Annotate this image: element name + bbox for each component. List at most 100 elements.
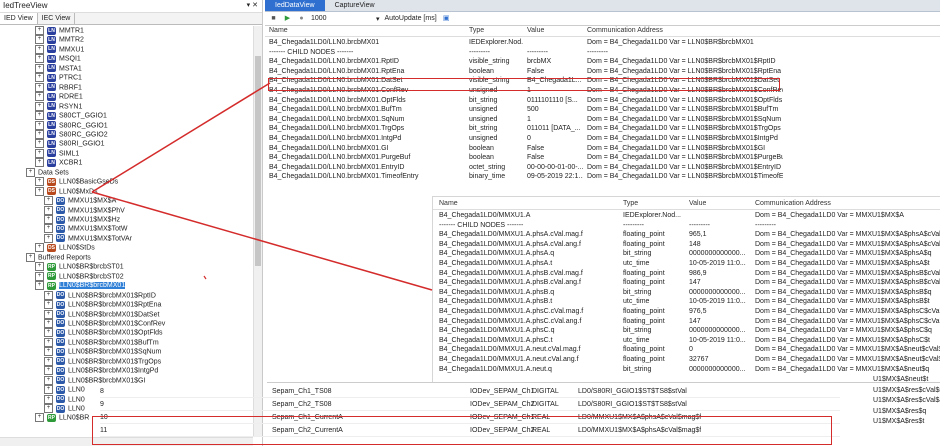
- expand-toggle-icon[interactable]: +: [44, 366, 53, 376]
- tree-node[interactable]: + LN MMTR1: [35, 26, 84, 35]
- tree-node[interactable]: + Data Sets: [26, 167, 69, 177]
- table-row[interactable]: 9 Sepam_Ch2_TS08 IODev_SEPAM_Ch2 DIGITAL LD0…: [100, 399, 840, 411]
- table-row[interactable]: B4_Chegada1LD0/MMXU1.A.phsC.cVal.mag.f fl…: [433, 307, 940, 317]
- expand-toggle-icon[interactable]: +: [44, 205, 53, 215]
- expand-toggle-icon[interactable]: +: [44, 385, 53, 395]
- tree-node[interactable]: + DO LLN0: [44, 404, 85, 413]
- table-row[interactable]: B4_Chegada1LD0/MMXU1.A.phsA.t utc_time 10-…: [433, 259, 940, 269]
- tree-node[interactable]: + LN MMXU1: [35, 44, 84, 54]
- expand-toggle-icon[interactable]: +: [35, 54, 44, 64]
- expand-toggle-icon[interactable]: +: [26, 167, 35, 177]
- expand-toggle-icon[interactable]: +: [44, 337, 53, 347]
- expand-toggle-icon[interactable]: +: [35, 148, 44, 158]
- expand-toggle-icon[interactable]: +: [35, 158, 44, 168]
- tree-node[interactable]: + DS LLN0$StDs: [35, 243, 95, 253]
- expand-toggle-icon[interactable]: +: [44, 394, 53, 404]
- tree-node[interactable]: + LN XCBR1: [35, 158, 82, 168]
- tree-node[interactable]: + LN MMTR2: [35, 35, 84, 45]
- expand-toggle-icon[interactable]: +: [35, 243, 44, 253]
- expand-toggle-icon[interactable]: +: [35, 281, 44, 291]
- expand-toggle-icon[interactable]: +: [35, 44, 44, 54]
- tab-capture-view[interactable]: CaptureView: [325, 0, 385, 11]
- tree-node[interactable]: + DO LLN0$BR$brcbMX01$OptFlds: [44, 328, 163, 338]
- tree-node[interactable]: + DS LLN0$MxDs: [35, 186, 98, 196]
- table-row[interactable]: B4_Chegada1LD0/MMXU1.A.neut.q bit_string 0…: [433, 365, 940, 375]
- expand-toggle-icon[interactable]: +: [44, 300, 53, 310]
- table-row[interactable]: B4_Chegada1LD0/MMXU1.A.phsC.t utc_time 10-…: [433, 336, 940, 346]
- expand-toggle-icon[interactable]: +: [35, 271, 44, 281]
- save-icon[interactable]: ▣: [442, 14, 451, 23]
- tree-node[interactable]: + DO LLN0: [44, 394, 85, 404]
- table-row[interactable]: B4_Chegada1LD0/MMXU1.A.neut.cVal.mag.f fl…: [433, 345, 940, 355]
- table-row[interactable]: B4_Chegada1LD0/LLN0.brcbMX01.TrgOps bit_s…: [265, 124, 940, 134]
- tab-ied-view[interactable]: IED View: [0, 13, 38, 24]
- expand-toggle-icon[interactable]: +: [44, 375, 53, 385]
- tree-node[interactable]: + DO LLN0$BR$brcbMX01$TrgOps: [44, 356, 161, 366]
- expand-toggle-icon[interactable]: +: [44, 224, 53, 234]
- tree-scroll-thumb[interactable]: [255, 56, 261, 266]
- tree-node[interactable]: + DO LLN0$BR$brcbMX01$BufTm: [44, 337, 159, 347]
- expand-toggle-icon[interactable]: +: [35, 26, 44, 35]
- tree-node[interactable]: + DS LLN0$BasicGseDs: [35, 177, 118, 187]
- tree-node[interactable]: + LN MSQI1: [35, 54, 81, 64]
- expand-toggle-icon[interactable]: +: [44, 347, 53, 357]
- expand-toggle-icon[interactable]: +: [44, 318, 53, 328]
- table-row[interactable]: B4_Chegada1LD0/LLN0.brcbMX01.RptID visibl…: [265, 57, 940, 67]
- table-row[interactable]: B4_Chegada1LD0/MMXU1.A.phsB.t utc_time 10-…: [433, 297, 940, 307]
- tree-node[interactable]: + DO LLN0$BR$brcbMX01$DatSet: [44, 309, 159, 319]
- tab-ied-data-view[interactable]: IedDataView: [265, 0, 325, 11]
- expand-toggle-icon[interactable]: +: [44, 233, 53, 243]
- expand-toggle-icon[interactable]: +: [35, 177, 44, 187]
- table-row[interactable]: B4_Chegada1LD0/LLN0.brcbMX01.TimeofEntry…: [265, 172, 940, 182]
- column-header[interactable]: Value: [689, 199, 706, 209]
- tree-node[interactable]: + LN PTRC1: [35, 73, 82, 83]
- column-header[interactable]: Name: [269, 26, 288, 36]
- tree-node[interactable]: + RP LLN0$BR: [35, 413, 89, 423]
- pin-icon[interactable]: ▾ ✕: [247, 0, 258, 12]
- tree-node[interactable]: + RP LLN0$BR$brcbST02: [35, 271, 124, 281]
- expand-toggle-icon[interactable]: +: [35, 111, 44, 121]
- table-row[interactable]: B4_Chegada1LD0/MMXU1.A.phsA.q bit_string 0…: [433, 249, 940, 259]
- column-header[interactable]: Communication Address: [755, 199, 831, 209]
- expand-toggle-icon[interactable]: +: [44, 328, 53, 338]
- tree-node[interactable]: + DO MMXU1$MX$PhV: [44, 205, 125, 215]
- tree-node[interactable]: + LN S80CT_GGIO1: [35, 111, 107, 121]
- table-row[interactable]: B4_Chegada1LD0/LLN0.brcbMX01.OptFlds bit_…: [265, 96, 940, 106]
- tree-node[interactable]: + DO MMXU1$MX$Hz: [44, 215, 120, 224]
- interval-input[interactable]: 1000: [311, 15, 371, 22]
- table-row[interactable]: B4_Chegada1LD0/LLN0.brcbMX01.BufTm unsign…: [265, 105, 940, 115]
- table-row[interactable]: B4_Chegada1LD0/LLN0.brcbMX01 IEDExplorer.…: [265, 38, 940, 48]
- table-row[interactable]: B4_Chegada1LD0/MMXU1.A.phsB.cVal.ang.f fl…: [433, 278, 940, 288]
- record-icon[interactable]: ●: [297, 14, 306, 23]
- tree-node[interactable]: + LN S80RC_GGIO2: [35, 129, 108, 139]
- tree-node[interactable]: + DO LLN0$BR$brcbMX01$RptEna: [44, 300, 161, 310]
- column-header[interactable]: Communication Address: [587, 26, 663, 36]
- expand-toggle-icon[interactable]: +: [35, 186, 44, 196]
- expand-toggle-icon[interactable]: +: [35, 35, 44, 45]
- expand-toggle-icon[interactable]: +: [35, 92, 44, 102]
- table-row[interactable]: B4_Chegada1LD0/MMXU1.A.phsB.q bit_string 0…: [433, 288, 940, 298]
- table-row[interactable]: B4_Chegada1LD0/MMXU1.A.phsA.cVal.ang.f fl…: [433, 240, 940, 250]
- expand-toggle-icon[interactable]: +: [44, 404, 53, 413]
- table-row[interactable]: B4_Chegada1LD0/MMXU1.A.phsC.cVal.ang.f fl…: [433, 317, 940, 327]
- tree-node[interactable]: + DO LLN0$BR$brcbMX01$ConfRev: [44, 318, 165, 328]
- expand-toggle-icon[interactable]: +: [35, 73, 44, 83]
- tree-node[interactable]: + LN SIML1: [35, 148, 79, 158]
- table-row[interactable]: B4_Chegada1LD0/MMXU1.A.neut.cVal.ang.f fl…: [433, 355, 940, 365]
- tree-node[interactable]: + DO MMXU1$MX$TotVAr: [44, 233, 132, 243]
- table-row[interactable]: B4_Chegada1LD0/LLN0.brcbMX01.RptEna boole…: [265, 67, 940, 77]
- table-row[interactable]: B4_Chegada1LD0/LLN0.brcbMX01.IntgPd unsig…: [265, 134, 940, 144]
- expand-toggle-icon[interactable]: +: [35, 413, 44, 423]
- tree-node[interactable]: + LN RBRF1: [35, 82, 82, 92]
- tree-node[interactable]: + DO MMXU1$MX$TotW: [44, 224, 128, 234]
- dropdown-icon[interactable]: ▾: [376, 15, 380, 23]
- expand-toggle-icon[interactable]: +: [35, 82, 44, 92]
- table-row[interactable]: B4_Chegada1LD0/MMXU1.A.phsA.cVal.mag.f fl…: [433, 230, 940, 240]
- expand-toggle-icon[interactable]: +: [35, 120, 44, 130]
- tree-node[interactable]: + LN S80RI_GGIO1: [35, 139, 105, 149]
- expand-toggle-icon[interactable]: +: [35, 139, 44, 149]
- tree-node[interactable]: + DO LLN0$BR$brcbMX01$RptID: [44, 290, 156, 300]
- table-row[interactable]: ------- CHILD NODES ------- --------- ----…: [265, 48, 940, 58]
- tree-scrollbar[interactable]: [253, 26, 262, 436]
- table-row[interactable]: B4_Chegada1LD0/MMXU1.A IEDExplorer.Nod...…: [433, 211, 940, 221]
